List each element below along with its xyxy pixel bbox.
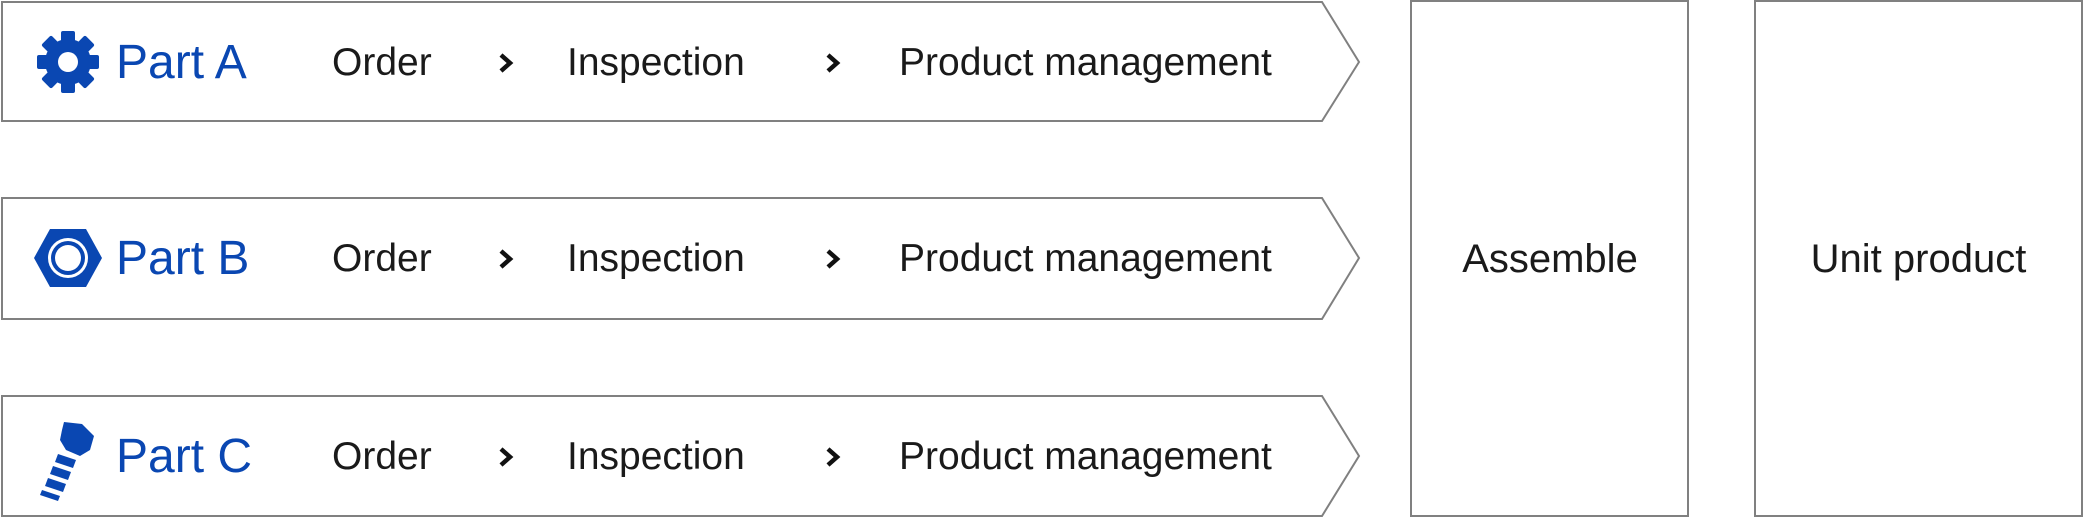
step-product-management: Product management xyxy=(899,41,1272,84)
chevron-right-icon xyxy=(826,447,841,467)
step-product-management: Product management xyxy=(899,435,1272,478)
part-label: Part C xyxy=(116,430,253,483)
step-inspection: Inspection xyxy=(567,41,745,84)
chevron-right-icon xyxy=(499,249,514,269)
part-a-row: Part A Order Inspection Product manageme… xyxy=(0,2,1360,123)
step-order: Order xyxy=(332,435,432,478)
bolt-icon xyxy=(40,422,94,501)
step-inspection: Inspection xyxy=(567,237,745,280)
chevron-right-icon xyxy=(826,53,841,73)
hex-nut-icon xyxy=(34,229,102,287)
gear-icon xyxy=(37,31,99,93)
step-inspection: Inspection xyxy=(567,435,745,478)
chevron-right-icon xyxy=(826,249,841,269)
assemble-label: Assemble xyxy=(1462,237,1638,281)
step-order: Order xyxy=(332,41,432,84)
part-label: Part A xyxy=(116,36,247,89)
unit-product-label: Unit product xyxy=(1810,237,2027,281)
part-b-row: Part B Order Inspection Product manageme… xyxy=(0,198,1360,319)
part-c-row: Part C Order Inspection Product manageme… xyxy=(0,396,1360,517)
part-label: Part B xyxy=(116,232,250,285)
step-order: Order xyxy=(332,237,432,280)
chevron-right-icon xyxy=(499,447,514,467)
step-product-management: Product management xyxy=(899,237,1272,280)
chevron-right-icon xyxy=(499,53,514,73)
